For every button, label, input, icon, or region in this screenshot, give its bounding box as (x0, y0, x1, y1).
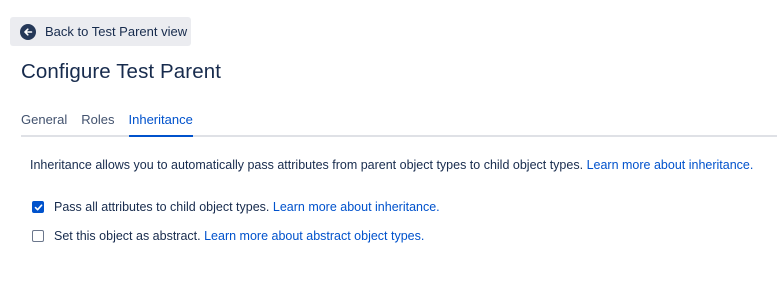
pass-attributes-checkbox[interactable] (32, 201, 44, 213)
inheritance-description: Inheritance allows you to automatically … (30, 158, 753, 172)
abstract-label: Set this object as abstract. (54, 229, 201, 243)
abstract-checkbox[interactable] (32, 230, 44, 242)
pass-attributes-learn-more-link[interactable]: Learn more about inheritance. (273, 200, 440, 214)
learn-more-inheritance-link[interactable]: Learn more about inheritance. (587, 158, 754, 172)
tab-bar: General Roles Inheritance (21, 112, 777, 137)
configure-page: Back to Test Parent view Configure Test … (0, 0, 777, 287)
tab-general[interactable]: General (21, 112, 67, 135)
arrow-left-circle-icon (20, 23, 36, 40)
pass-attributes-option: Pass all attributes to child object type… (32, 200, 440, 214)
page-title: Configure Test Parent (21, 60, 222, 83)
back-button[interactable]: Back to Test Parent view (10, 17, 191, 46)
abstract-learn-more-link[interactable]: Learn more about abstract object types. (204, 229, 424, 243)
abstract-option: Set this object as abstract. Learn more … (32, 229, 424, 243)
checkmark-icon (34, 203, 42, 210)
inheritance-description-text: Inheritance allows you to automatically … (30, 158, 584, 172)
pass-attributes-label: Pass all attributes to child object type… (54, 200, 270, 214)
back-button-label: Back to Test Parent view (45, 24, 188, 39)
tab-roles[interactable]: Roles (81, 112, 114, 135)
tab-inheritance[interactable]: Inheritance (128, 112, 194, 137)
